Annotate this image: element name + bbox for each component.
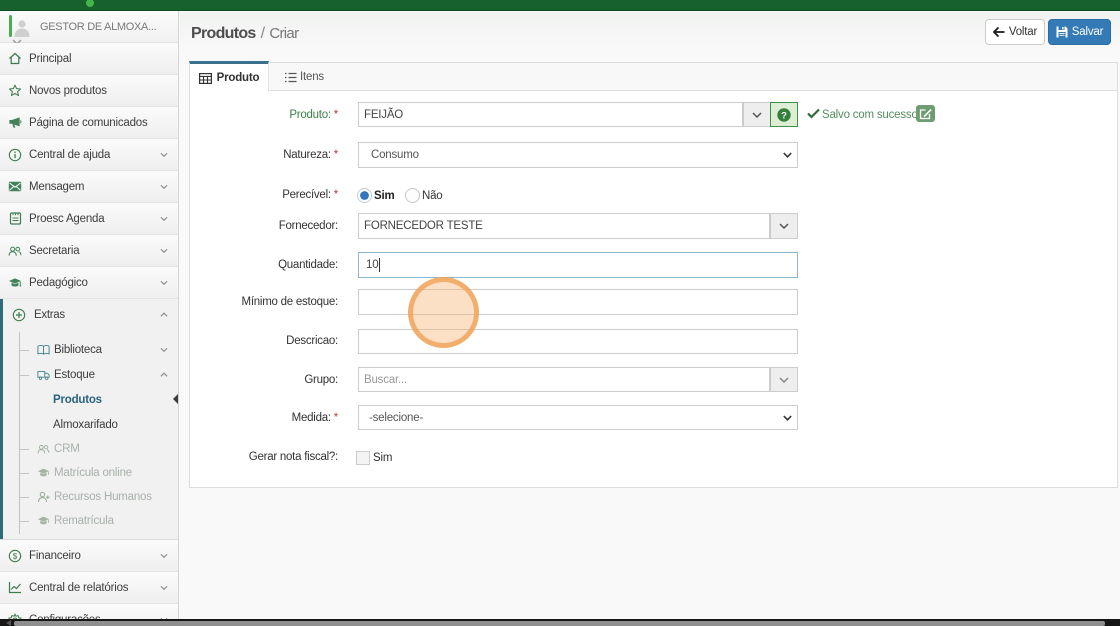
svg-text:?: ?	[781, 110, 787, 121]
svg-text:$: $	[13, 552, 18, 561]
